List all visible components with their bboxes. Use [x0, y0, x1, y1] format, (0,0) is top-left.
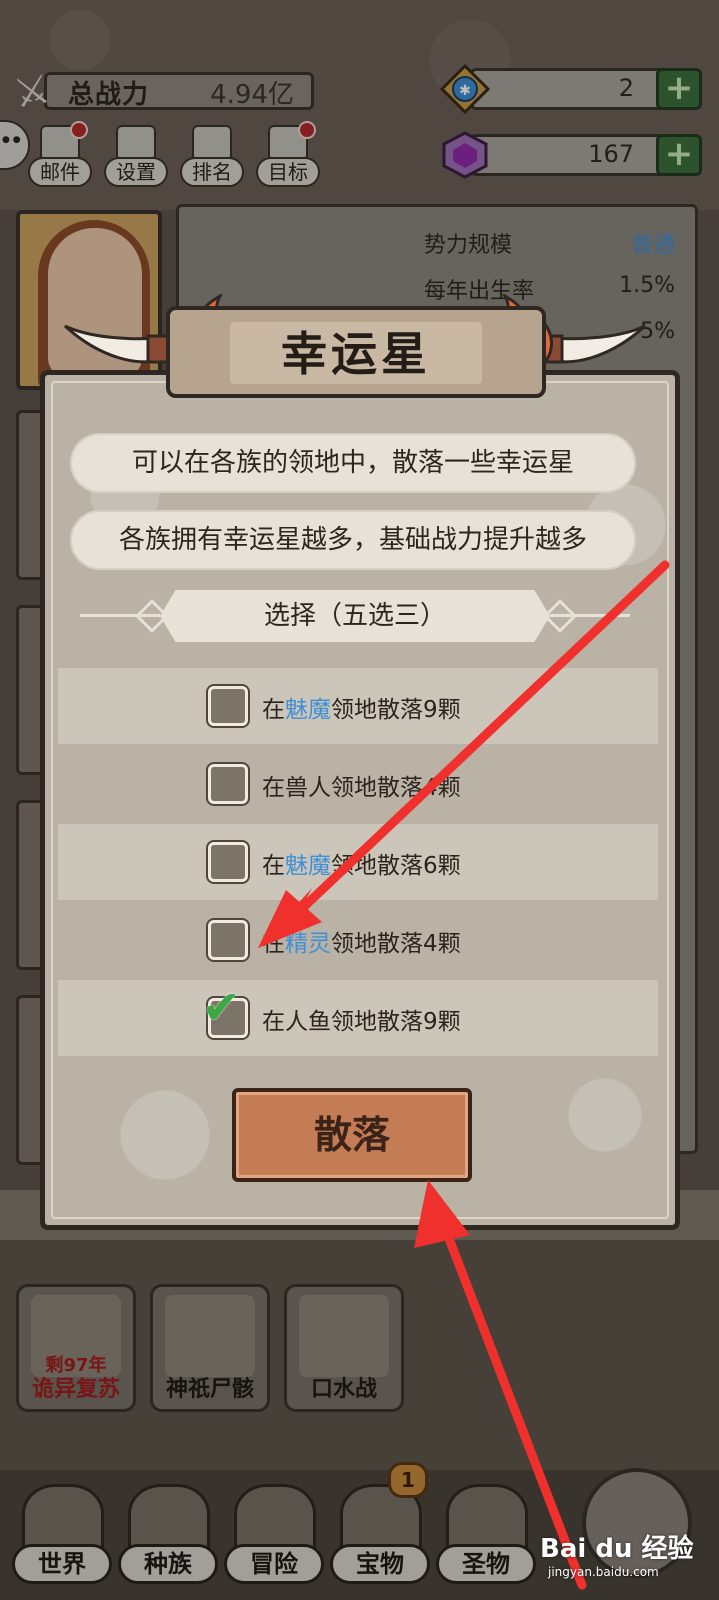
- option-row[interactable]: ✔ 在人鱼领地散落9颗: [58, 980, 658, 1056]
- option-text: 在精灵领地散落4颗: [262, 931, 461, 957]
- selection-title: 选择（五选三）: [263, 601, 446, 631]
- description-banner-2: 各族拥有幸运星越多，基础战力提升越多: [70, 510, 636, 570]
- option-row[interactable]: 在魅魔领地散落9颗: [58, 668, 658, 744]
- checkmark-icon: ✔: [202, 980, 241, 1034]
- selection-header: 选择（五选三）: [160, 590, 550, 642]
- option-row[interactable]: 在精灵领地散落4颗: [58, 902, 658, 978]
- option-text: 在兽人领地散落4颗: [262, 775, 461, 801]
- description-2: 各族拥有幸运星越多，基础战力提升越多: [118, 525, 587, 555]
- option-checkbox[interactable]: [208, 686, 248, 726]
- horn-left-icon: [63, 324, 170, 364]
- description-1: 可以在各族的领地中，散落一些幸运星: [131, 448, 574, 478]
- option-row[interactable]: 在兽人领地散落4颗: [58, 746, 658, 822]
- baidu-watermark: Bai du 经验 jingyan.baidu.com: [540, 1534, 694, 1579]
- option-checkbox[interactable]: [208, 842, 248, 882]
- option-text: 在人鱼领地散落9颗: [262, 1009, 461, 1035]
- dialog-title: 幸运星: [281, 327, 431, 381]
- option-row[interactable]: 在魅魔领地散落6颗: [58, 824, 658, 900]
- option-text: 在魅魔领地散落9颗: [262, 697, 461, 723]
- description-banner-1: 可以在各族的领地中，散落一些幸运星: [70, 433, 636, 493]
- option-checkbox[interactable]: [208, 764, 248, 804]
- scatter-button-label: 散落: [313, 1113, 390, 1157]
- scatter-button[interactable]: 散落: [232, 1088, 472, 1182]
- option-checkbox[interactable]: [208, 920, 248, 960]
- option-text: 在魅魔领地散落6颗: [262, 853, 461, 879]
